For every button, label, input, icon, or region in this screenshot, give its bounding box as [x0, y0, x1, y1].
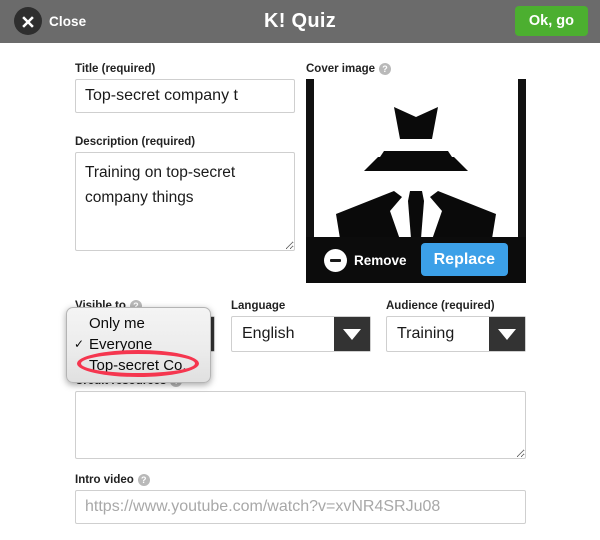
cover-image-label-text: Cover image: [306, 63, 376, 75]
language-group: Language English: [231, 300, 371, 352]
description-field-group: Description (required): [75, 136, 295, 256]
dropdown-option-label: Only me: [89, 315, 145, 332]
audience-label-text: Audience (required): [386, 300, 495, 312]
check-icon: ✓: [74, 337, 85, 351]
cover-image-label: Cover image ?: [306, 63, 526, 75]
language-label: Language: [231, 300, 371, 312]
ok-go-button[interactable]: Ok, go: [514, 6, 588, 36]
audience-select[interactable]: Training: [386, 316, 526, 352]
remove-cover-image-button[interactable]: Remove: [324, 248, 407, 272]
description-textarea[interactable]: [75, 152, 295, 251]
cover-image-group: Cover image ? Remove Replace: [306, 63, 526, 283]
language-select[interactable]: English: [231, 316, 371, 352]
title-field-group: Title (required): [75, 63, 295, 113]
chevron-down-icon[interactable]: [334, 317, 370, 351]
audience-value: Training: [397, 325, 455, 342]
cover-image-preview: Remove Replace: [306, 79, 526, 283]
language-label-text: Language: [231, 300, 286, 312]
dropdown-option-only-me[interactable]: Only me: [67, 313, 210, 334]
dialog-header: Close K! Quiz Ok, go: [0, 0, 600, 43]
language-value: English: [242, 325, 295, 342]
cover-image-toolbar: Remove Replace: [306, 237, 526, 283]
help-icon[interactable]: ?: [379, 63, 392, 75]
dropdown-option-label: Top-secret Co.: [89, 357, 187, 374]
description-label: Description (required): [75, 136, 295, 148]
title-label-text: Title (required): [75, 63, 156, 75]
chevron-down-icon[interactable]: [489, 317, 525, 351]
dropdown-option-label: Everyone: [89, 336, 153, 353]
page-title: K! Quiz: [263, 10, 337, 32]
audience-group: Audience (required) Training: [386, 300, 526, 352]
visible-to-dropdown-menu[interactable]: Only me ✓ Everyone Top-secret Co.: [66, 307, 211, 383]
description-label-text: Description (required): [75, 136, 196, 148]
remove-label: Remove: [354, 252, 407, 268]
intro-video-group: Intro video ?: [75, 474, 526, 524]
help-icon[interactable]: ?: [137, 474, 150, 486]
title-input[interactable]: [75, 79, 295, 113]
dropdown-option-top-secret-co[interactable]: Top-secret Co.: [67, 350, 210, 377]
dropdown-option-everyone[interactable]: ✓ Everyone: [67, 334, 210, 355]
intro-video-label-text: Intro video: [75, 474, 134, 486]
credit-resources-textarea[interactable]: [75, 391, 526, 459]
credit-resources-group: Credit resources ?: [75, 375, 526, 464]
audience-label: Audience (required): [386, 300, 526, 312]
intro-video-label: Intro video ?: [75, 474, 526, 486]
intro-video-input[interactable]: [75, 490, 526, 524]
replace-cover-image-button[interactable]: Replace: [420, 243, 508, 276]
minus-circle-icon: [324, 248, 347, 272]
title-label: Title (required): [75, 63, 295, 75]
